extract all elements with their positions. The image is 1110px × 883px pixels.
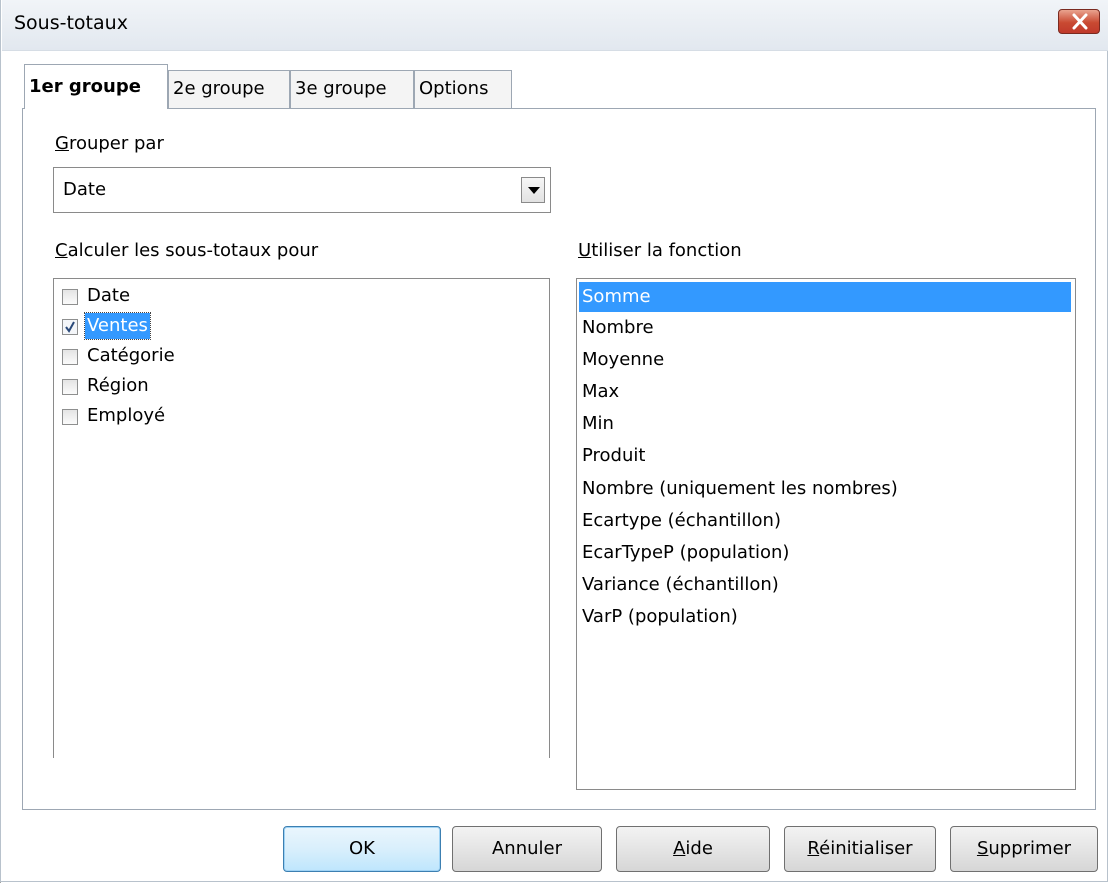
title-bar[interactable]: Sous-totaux [2,0,1108,51]
field-label: Employé [87,405,166,426]
group-by-dropdown[interactable]: Date [53,167,551,213]
tab-3e-groupe[interactable]: 3e groupe [290,70,414,108]
close-button[interactable] [1058,9,1100,34]
chevron-down-icon [528,187,540,194]
subtotals-for-label: Calculer les sous-totaux pour [55,240,319,261]
function-item[interactable]: Ecartype (échantillon) [579,506,1071,536]
dialog-title: Sous-totaux [14,12,128,34]
cancel-button[interactable]: Annuler [452,826,602,872]
function-item[interactable]: Somme [579,282,1071,312]
tab-options[interactable]: Options [414,70,512,108]
delete-button[interactable]: Supprimer [950,826,1098,872]
field-checkbox[interactable] [62,289,78,305]
field-checkbox[interactable] [62,349,78,365]
tab-1er-groupe[interactable]: 1er groupe [24,64,168,109]
field-label: Date [87,285,131,306]
subtotal-fields-list[interactable]: Date Ventes Catégorie Région Employé [53,278,550,758]
reset-button[interactable]: Réinitialiser [784,826,936,872]
dropdown-button[interactable] [521,177,545,203]
field-label: Région [87,375,149,396]
function-item[interactable]: VarP (population) [579,602,1071,632]
function-item[interactable]: Variance (échantillon) [579,570,1071,600]
button-label: Supprimer [976,838,1072,859]
tab-label: Options [419,78,489,99]
button-label: Annuler [491,838,562,859]
checkmark-icon [65,321,75,333]
use-function-label: Utiliser la fonction [578,240,742,261]
help-button[interactable]: Aide [616,826,770,872]
button-label: Réinitialiser [807,838,913,859]
field-label: Catégorie [87,345,175,366]
function-item[interactable]: Nombre (uniquement les nombres) [579,474,1071,504]
function-item[interactable]: EcarTypeP (population) [579,538,1071,568]
function-item[interactable]: Max [579,377,1071,407]
function-item[interactable]: Produit [579,441,1071,471]
field-checkbox[interactable] [62,319,78,335]
close-icon [1072,13,1088,30]
field-checkbox[interactable] [62,379,78,395]
field-label: Ventes [84,312,151,340]
tab-2e-groupe[interactable]: 2e groupe [168,70,290,108]
tab-label: 3e groupe [295,78,387,99]
function-list[interactable]: Somme Nombre Moyenne Max Min Produit Nom… [576,278,1076,790]
group-by-value: Date [63,179,107,200]
function-item[interactable]: Moyenne [579,345,1071,375]
field-checkbox[interactable] [62,409,78,425]
tab-label: 2e groupe [173,78,265,99]
ok-button[interactable]: OK [283,826,441,872]
function-item[interactable]: Nombre [579,313,1071,343]
function-item[interactable]: Min [579,409,1071,439]
button-label: Aide [673,838,713,859]
button-label: OK [349,838,375,859]
group-by-label: Grouper par [55,133,164,154]
tab-label: 1er groupe [29,76,141,97]
